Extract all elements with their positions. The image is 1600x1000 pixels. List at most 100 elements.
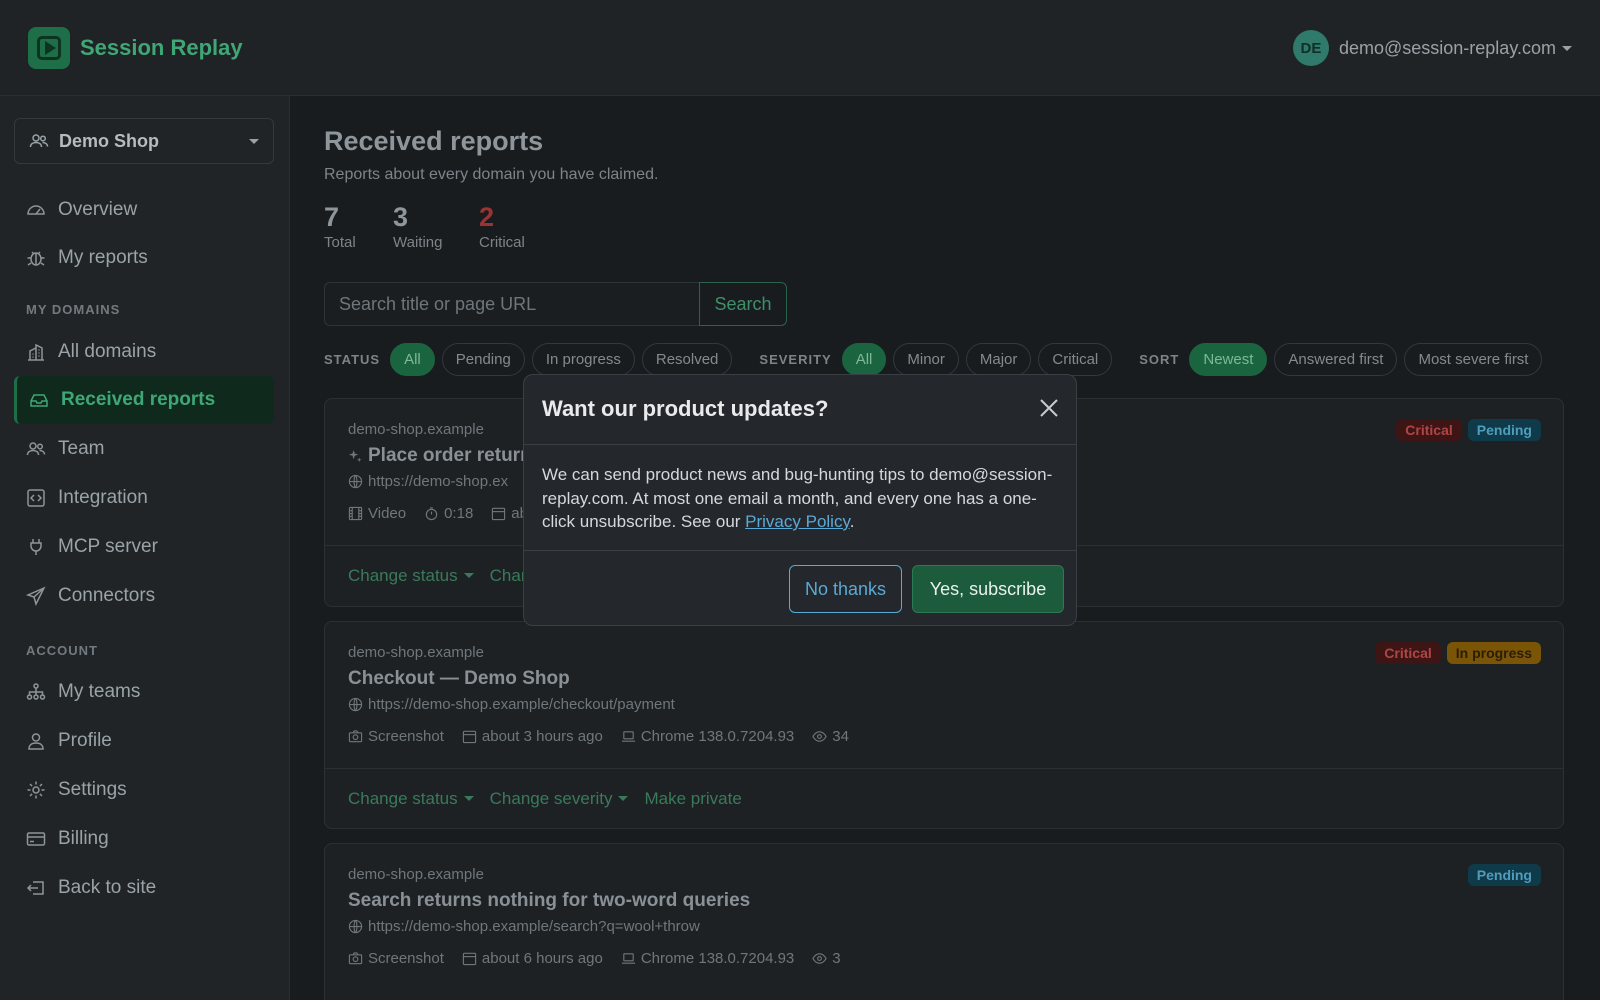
sidebar-item-my-reports[interactable]: My reports [14, 234, 274, 282]
change-status-button[interactable]: Change status [348, 566, 474, 586]
sidebar-item-settings[interactable]: Settings [14, 766, 274, 814]
stat-label: Total [324, 234, 356, 251]
report-meta: Screenshot about 3 hours ago Chrome 138.… [348, 728, 867, 745]
stat-value: 3 [393, 202, 409, 232]
report-views: 34 [832, 728, 849, 745]
sort-most-severe-first[interactable]: Most severe first [1404, 342, 1543, 376]
filter-severity-label: SEVERITY [759, 351, 832, 367]
filter-bar: STATUS All Pending In progress Resolved … [324, 342, 1549, 376]
sort-newest[interactable]: Newest [1189, 342, 1268, 376]
chevron-down-icon [463, 796, 474, 801]
status-badge: Pending [1467, 419, 1541, 441]
report-title[interactable]: Checkout — Demo Shop [348, 668, 570, 690]
diagram-icon [26, 682, 46, 702]
sidebar-item-mcp-server[interactable]: MCP server [14, 523, 274, 571]
modal-title: Want our product updates? [542, 396, 829, 421]
org-selector[interactable]: Demo Shop [14, 118, 274, 164]
sidebar-item-team[interactable]: Team [14, 425, 274, 473]
report-url-text: https://demo-shop.example/search?q=wool+… [368, 918, 700, 935]
sidebar-item-label: Profile [58, 730, 112, 751]
report-title[interactable]: Search returns nothing for two-word quer… [348, 890, 750, 912]
credit-card-icon [26, 829, 46, 849]
stopwatch-icon [425, 507, 438, 521]
section-account: ACCOUNT [26, 643, 98, 658]
stat-value: 7 [324, 202, 340, 232]
filter-status-resolved[interactable]: Resolved [641, 342, 733, 376]
filter-status-all[interactable]: All [390, 342, 435, 376]
report-url-text: https://demo-shop.ex [368, 473, 509, 490]
sort-label: SORT [1139, 351, 1180, 367]
report-title[interactable]: Place order returns [348, 445, 542, 467]
close-icon[interactable] [1038, 397, 1060, 419]
change-status-label: Change status [348, 565, 458, 585]
globe-icon [348, 919, 363, 934]
sidebar-item-integration[interactable]: Integration [14, 474, 274, 522]
report-url: https://demo-shop.example/search?q=wool+… [348, 918, 700, 935]
filter-severity-critical[interactable]: Critical [1038, 342, 1113, 376]
privacy-policy-link[interactable]: Privacy Policy [745, 512, 850, 531]
sidebar-item-label: Connectors [58, 585, 156, 606]
calendar-icon [462, 730, 477, 744]
sidebar-item-overview[interactable]: Overview [14, 186, 274, 234]
page-title: Received reports [324, 126, 544, 156]
plug-icon [26, 537, 46, 557]
user-email: demo@session-replay.com [1338, 37, 1556, 58]
brand-name: Session Replay [80, 35, 243, 60]
sidebar-item-billing[interactable]: Billing [14, 815, 274, 863]
filter-status-pending[interactable]: Pending [441, 342, 525, 376]
code-icon [26, 488, 46, 508]
report-date: about 6 hours ago [481, 950, 603, 967]
sidebar-item-label: Billing [58, 828, 109, 849]
calendar-icon [492, 507, 506, 521]
sidebar-item-all-domains[interactable]: All domains [14, 328, 274, 376]
sidebar-item-received-reports[interactable]: Received reports [14, 376, 274, 424]
sidebar-item-my-teams[interactable]: My teams [14, 668, 274, 716]
report-views: 3 [832, 950, 841, 967]
report-badges: Critical Pending [1390, 419, 1541, 441]
stat-total: 7 Total [324, 202, 356, 251]
report-url: https://demo-shop.ex [348, 473, 508, 490]
sort-answered-first[interactable]: Answered first [1274, 342, 1398, 376]
change-status-button[interactable]: Change status [348, 789, 474, 809]
sidebar-item-profile[interactable]: Profile [14, 717, 274, 765]
report-date: about 3 hours ago [481, 728, 603, 745]
eye-icon [812, 953, 827, 964]
chevron-down-icon [618, 796, 629, 801]
no-thanks-button[interactable]: No thanks [789, 565, 902, 613]
report-title-text: Search returns nothing for two-word quer… [348, 890, 751, 911]
camera-icon [348, 952, 363, 965]
sidebar-item-connectors[interactable]: Connectors [14, 572, 274, 620]
change-severity-button[interactable]: Change severity [490, 789, 629, 809]
filter-status-in-progress[interactable]: In progress [531, 342, 635, 376]
sidebar-item-label: Overview [58, 199, 138, 220]
people-icon [29, 131, 49, 151]
report-meta: Video 0:18 ab [348, 505, 546, 522]
send-icon [26, 586, 46, 606]
report-card[interactable]: demo-shop.example Search returns nothing… [324, 843, 1564, 1000]
bug-icon [26, 248, 46, 268]
status-badge: Pending [1467, 864, 1541, 886]
sidebar-item-label: All domains [58, 341, 157, 362]
org-name: Demo Shop [59, 130, 160, 151]
user-menu[interactable]: DE demo@session-replay.com [1292, 30, 1572, 66]
brand[interactable]: Session Replay [28, 27, 243, 69]
subscribe-button[interactable]: Yes, subscribe [912, 565, 1064, 613]
sidebar-item-back-to-site[interactable]: Back to site [14, 864, 274, 912]
filter-severity-all[interactable]: All [841, 342, 887, 376]
modal-divider [524, 444, 1076, 445]
change-severity-label: Change severity [489, 788, 613, 808]
search-input[interactable]: Search title or page URL [324, 282, 700, 326]
stat-label: Waiting [393, 234, 443, 251]
filter-severity-minor[interactable]: Minor [893, 342, 959, 376]
sidebar-item-label: Settings [58, 779, 127, 800]
report-browser: Chrome 138.0.7204.93 [640, 728, 795, 745]
change-status-label: Change status [348, 788, 458, 808]
filter-severity-major[interactable]: Major [965, 342, 1032, 376]
make-private-button[interactable]: Make private [644, 789, 741, 809]
stat-critical: 2 Critical [479, 202, 525, 251]
sidebar-item-label: Team [58, 438, 105, 459]
box-arrow-left-icon [26, 878, 46, 898]
report-card[interactable]: demo-shop.example Checkout — Demo Shop h… [324, 621, 1564, 829]
report-duration: 0:18 [444, 505, 474, 522]
search-button[interactable]: Search [699, 282, 787, 326]
